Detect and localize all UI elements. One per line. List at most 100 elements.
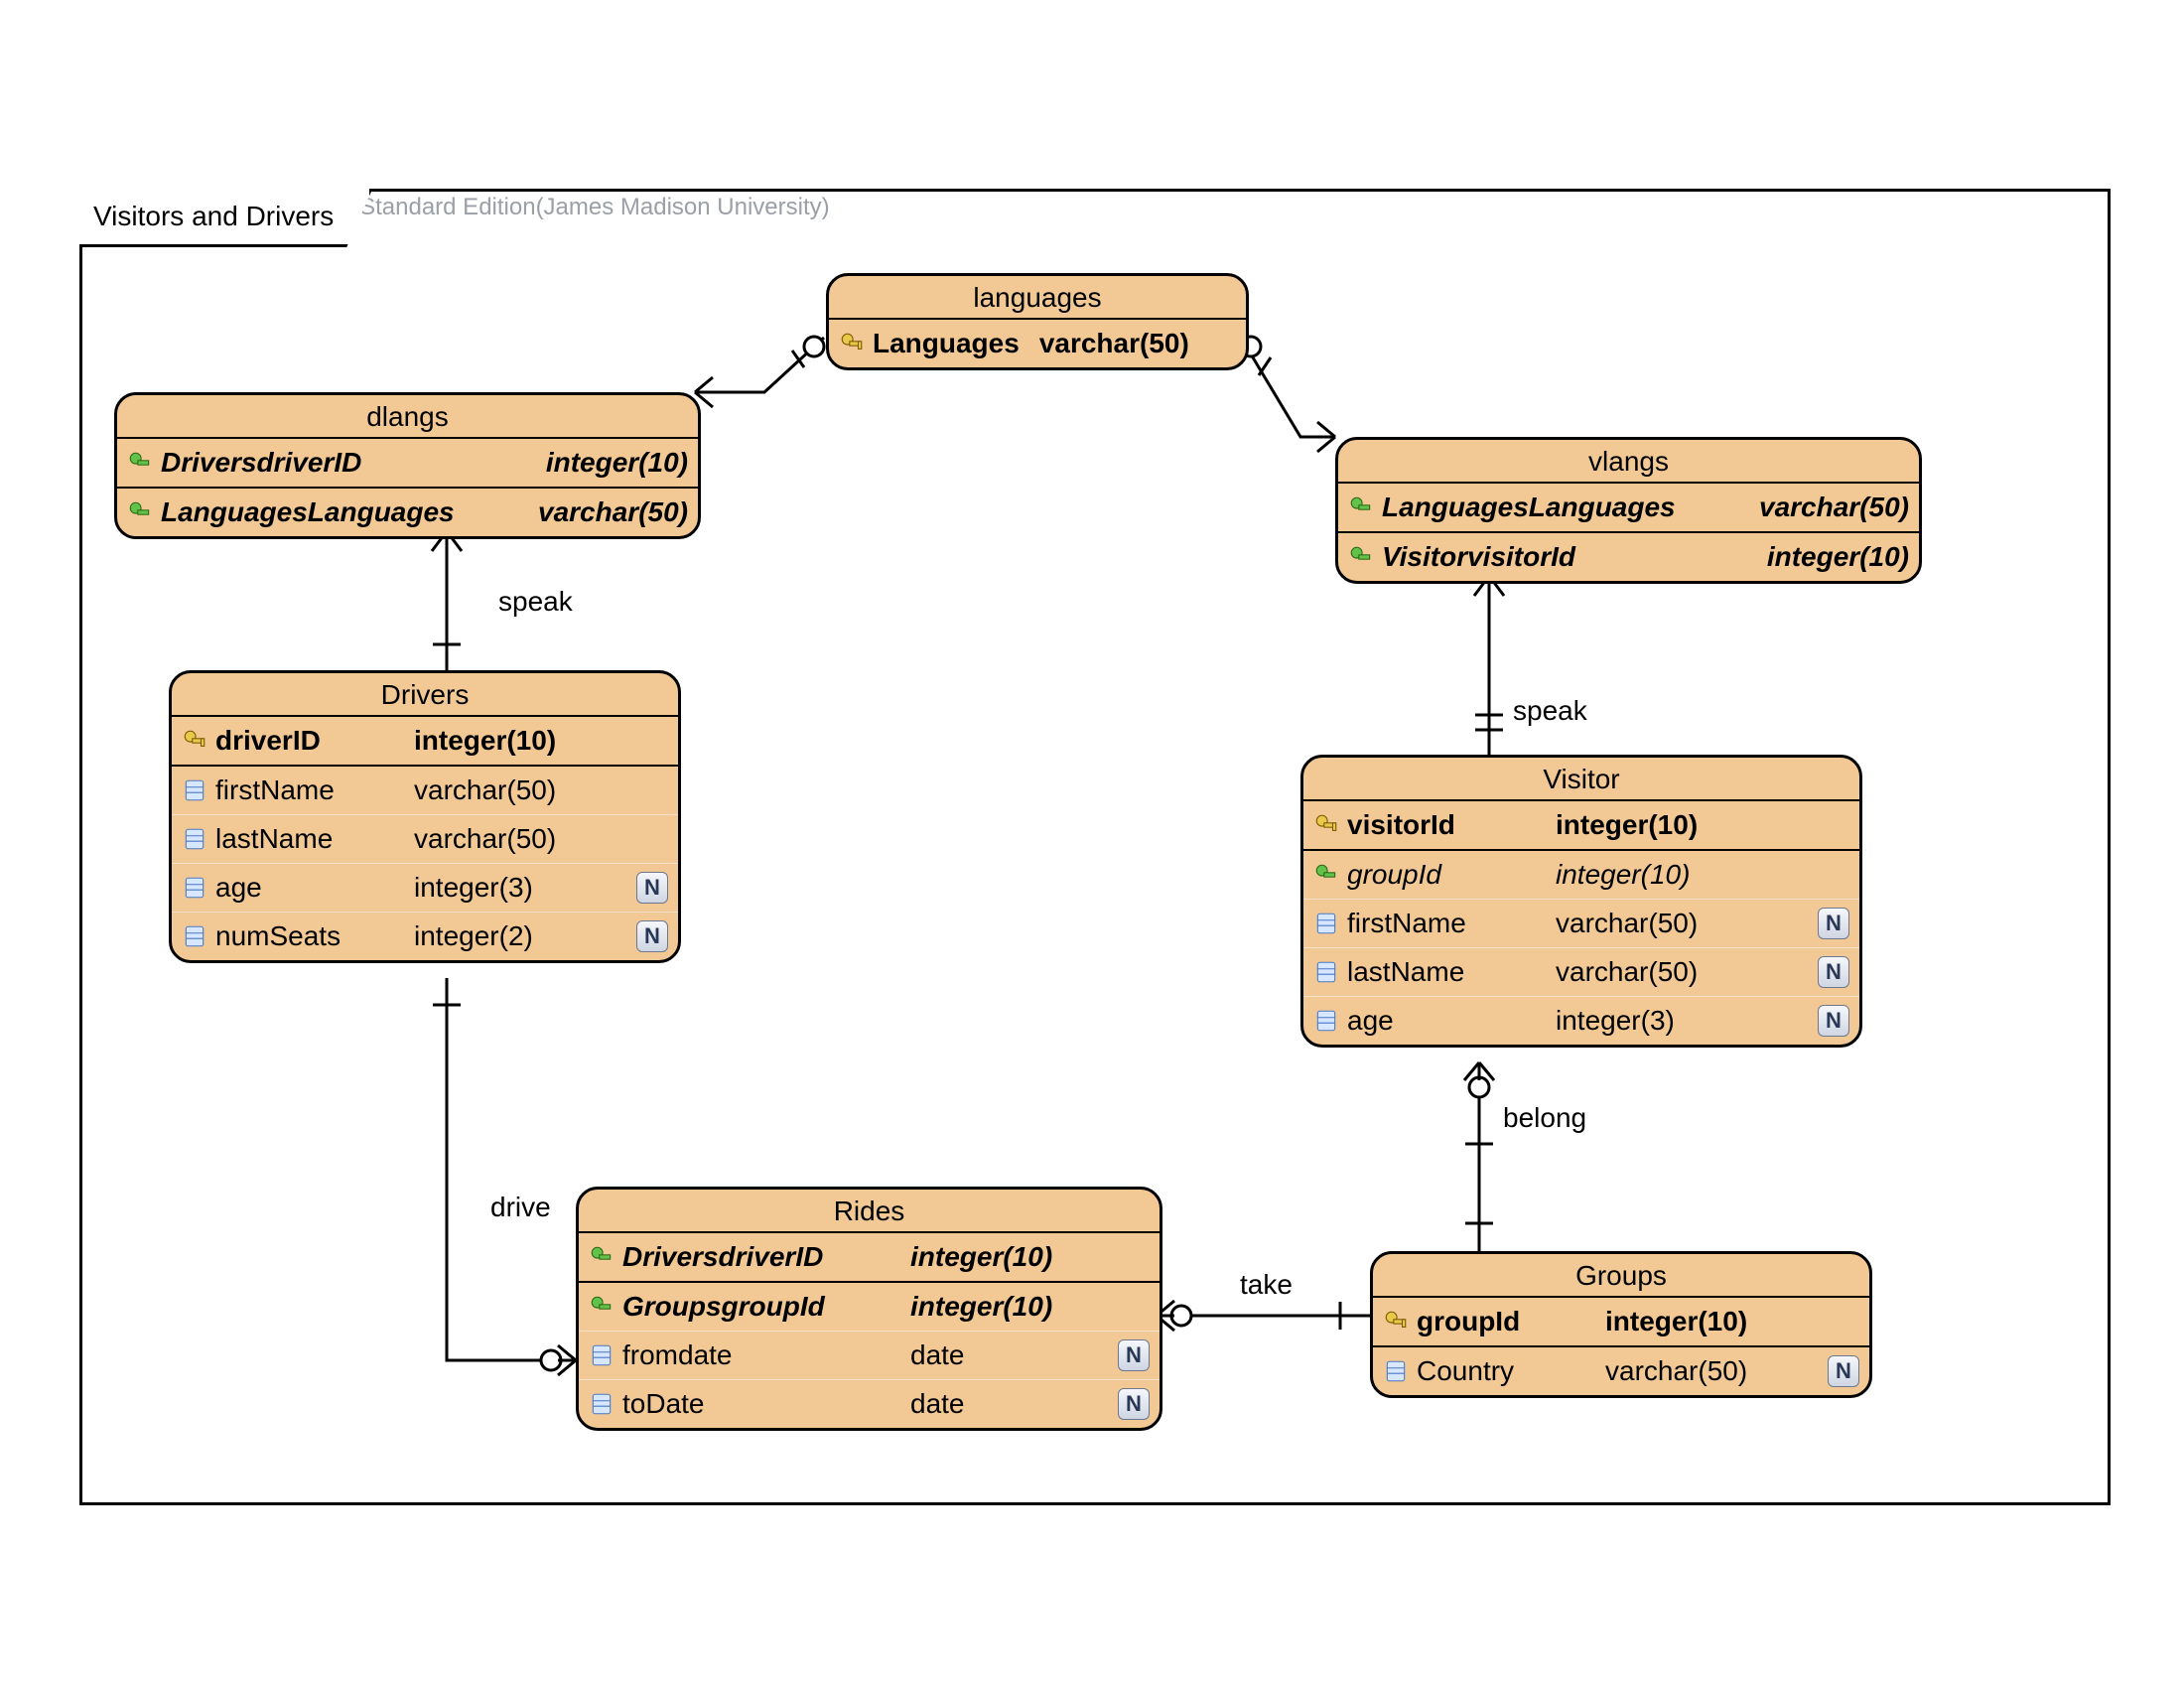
rel-label-belong: belong — [1499, 1102, 1590, 1134]
column-icon — [182, 875, 207, 901]
col-row: lastName varchar(50) N — [1303, 948, 1859, 997]
entity-title: vlangs — [1338, 440, 1919, 484]
rel-label-take: take — [1236, 1269, 1297, 1301]
nullable-badge: N — [1818, 956, 1849, 988]
col-row: DriversdriverID integer(10) — [117, 439, 698, 489]
col-type: integer(10) — [910, 1241, 1052, 1273]
col-type: varchar(50) — [1759, 492, 1909, 523]
col-name: lastName — [215, 823, 406, 855]
col-type: varchar(50) — [414, 774, 556, 806]
column-icon — [589, 1391, 614, 1417]
col-type: integer(10) — [1556, 809, 1698, 841]
column-icon — [1313, 1008, 1339, 1034]
entity-dlangs[interactable]: dlangs DriversdriverID integer(10) Langu… — [114, 392, 701, 539]
entity-title: Visitor — [1303, 758, 1859, 801]
pk-icon — [1313, 812, 1339, 838]
col-row: age integer(3) N — [172, 864, 678, 913]
fk-icon — [589, 1294, 614, 1320]
col-type: date — [910, 1388, 1079, 1420]
diagram-frame-title: Visitors and Drivers — [79, 189, 372, 247]
column-icon — [182, 777, 207, 803]
col-type: integer(10) — [1605, 1306, 1747, 1337]
col-type: integer(3) — [414, 872, 533, 904]
fk-icon — [1313, 862, 1339, 888]
col-type: varchar(50) — [414, 823, 556, 855]
col-row: Country varchar(50) N — [1373, 1347, 1869, 1395]
col-name: groupId — [1417, 1306, 1597, 1337]
col-type: integer(3) — [1556, 1005, 1734, 1037]
nullable-badge: N — [1118, 1339, 1150, 1371]
entity-drivers[interactable]: Drivers driverID integer(10) firstName v… — [169, 670, 681, 963]
nullable-badge: N — [1818, 1005, 1849, 1037]
col-type: integer(10) — [414, 725, 556, 757]
frame-title-text: Visitors and Drivers — [93, 201, 334, 232]
col-row: LanguagesLanguages varchar(50) — [117, 489, 698, 536]
col-row: groupId integer(10) — [1303, 851, 1859, 900]
col-name: LanguagesLanguages — [161, 496, 467, 528]
col-type: varchar(50) — [1556, 956, 1734, 988]
col-name: toDate — [622, 1388, 902, 1420]
entity-title: Drivers — [172, 673, 678, 717]
fk-icon — [127, 450, 153, 476]
pk-icon — [1383, 1309, 1409, 1335]
col-row: Languages varchar(50) — [829, 320, 1246, 367]
col-row: lastName varchar(50) — [172, 815, 678, 864]
col-name: driverID — [215, 725, 406, 757]
entity-visitor[interactable]: Visitor visitorId integer(10) groupId in… — [1300, 755, 1862, 1048]
col-name: DriversdriverID — [161, 447, 373, 479]
entity-title: Rides — [579, 1190, 1160, 1233]
diagram-canvas: Visual Paradigm for UML Standard Edition… — [0, 0, 2184, 1688]
col-type: varchar(50) — [1039, 328, 1189, 359]
col-name: age — [215, 872, 406, 904]
nullable-badge: N — [636, 920, 668, 952]
fk-icon — [127, 499, 153, 525]
col-type: integer(10) — [546, 447, 688, 479]
column-icon — [589, 1342, 614, 1368]
col-row: driverID integer(10) — [172, 717, 678, 767]
col-type: integer(10) — [1767, 541, 1909, 573]
rel-label-drive: drive — [486, 1192, 555, 1223]
nullable-badge: N — [1828, 1355, 1859, 1387]
pk-icon — [839, 331, 865, 356]
rel-label-speak-visitor: speak — [1509, 695, 1591, 727]
entity-title: dlangs — [117, 395, 698, 439]
col-row: age integer(3) N — [1303, 997, 1859, 1045]
col-name: Country — [1417, 1355, 1597, 1387]
col-name: Languages — [873, 328, 1031, 359]
col-name: lastName — [1347, 956, 1548, 988]
col-type: varchar(50) — [1605, 1355, 1784, 1387]
nullable-badge: N — [1818, 908, 1849, 939]
col-type: varchar(50) — [1556, 908, 1734, 939]
column-icon — [1383, 1358, 1409, 1384]
col-name: DriversdriverID — [622, 1241, 902, 1273]
col-name: firstName — [215, 774, 406, 806]
col-name: numSeats — [215, 920, 406, 952]
entity-title: languages — [829, 276, 1246, 320]
entity-groups[interactable]: Groups groupId integer(10) Country varch… — [1370, 1251, 1872, 1398]
column-icon — [182, 923, 207, 949]
nullable-badge: N — [636, 872, 668, 904]
col-name: fromdate — [622, 1339, 902, 1371]
rel-label-speak-drivers: speak — [494, 586, 577, 618]
col-row: VisitorvisitorId integer(10) — [1338, 533, 1919, 581]
col-row: LanguagesLanguages varchar(50) — [1338, 484, 1919, 533]
col-name: visitorId — [1347, 809, 1548, 841]
fk-icon — [1348, 494, 1374, 520]
pk-icon — [182, 728, 207, 754]
col-row: groupId integer(10) — [1373, 1298, 1869, 1347]
col-row: firstName varchar(50) — [172, 767, 678, 815]
column-icon — [182, 826, 207, 852]
col-name: age — [1347, 1005, 1548, 1037]
nullable-badge: N — [1118, 1388, 1150, 1420]
column-icon — [1313, 911, 1339, 936]
col-row: firstName varchar(50) N — [1303, 900, 1859, 948]
entity-rides[interactable]: Rides DriversdriverID integer(10) Groups… — [576, 1187, 1162, 1431]
col-row: GroupsgroupId integer(10) — [579, 1283, 1160, 1332]
col-row: toDate date N — [579, 1380, 1160, 1428]
entity-languages[interactable]: languages Languages varchar(50) — [826, 273, 1249, 370]
col-row: numSeats integer(2) N — [172, 913, 678, 960]
entity-vlangs[interactable]: vlangs LanguagesLanguages varchar(50) Vi… — [1335, 437, 1922, 584]
col-type: integer(2) — [414, 920, 533, 952]
fk-icon — [1348, 544, 1374, 570]
col-name: firstName — [1347, 908, 1548, 939]
